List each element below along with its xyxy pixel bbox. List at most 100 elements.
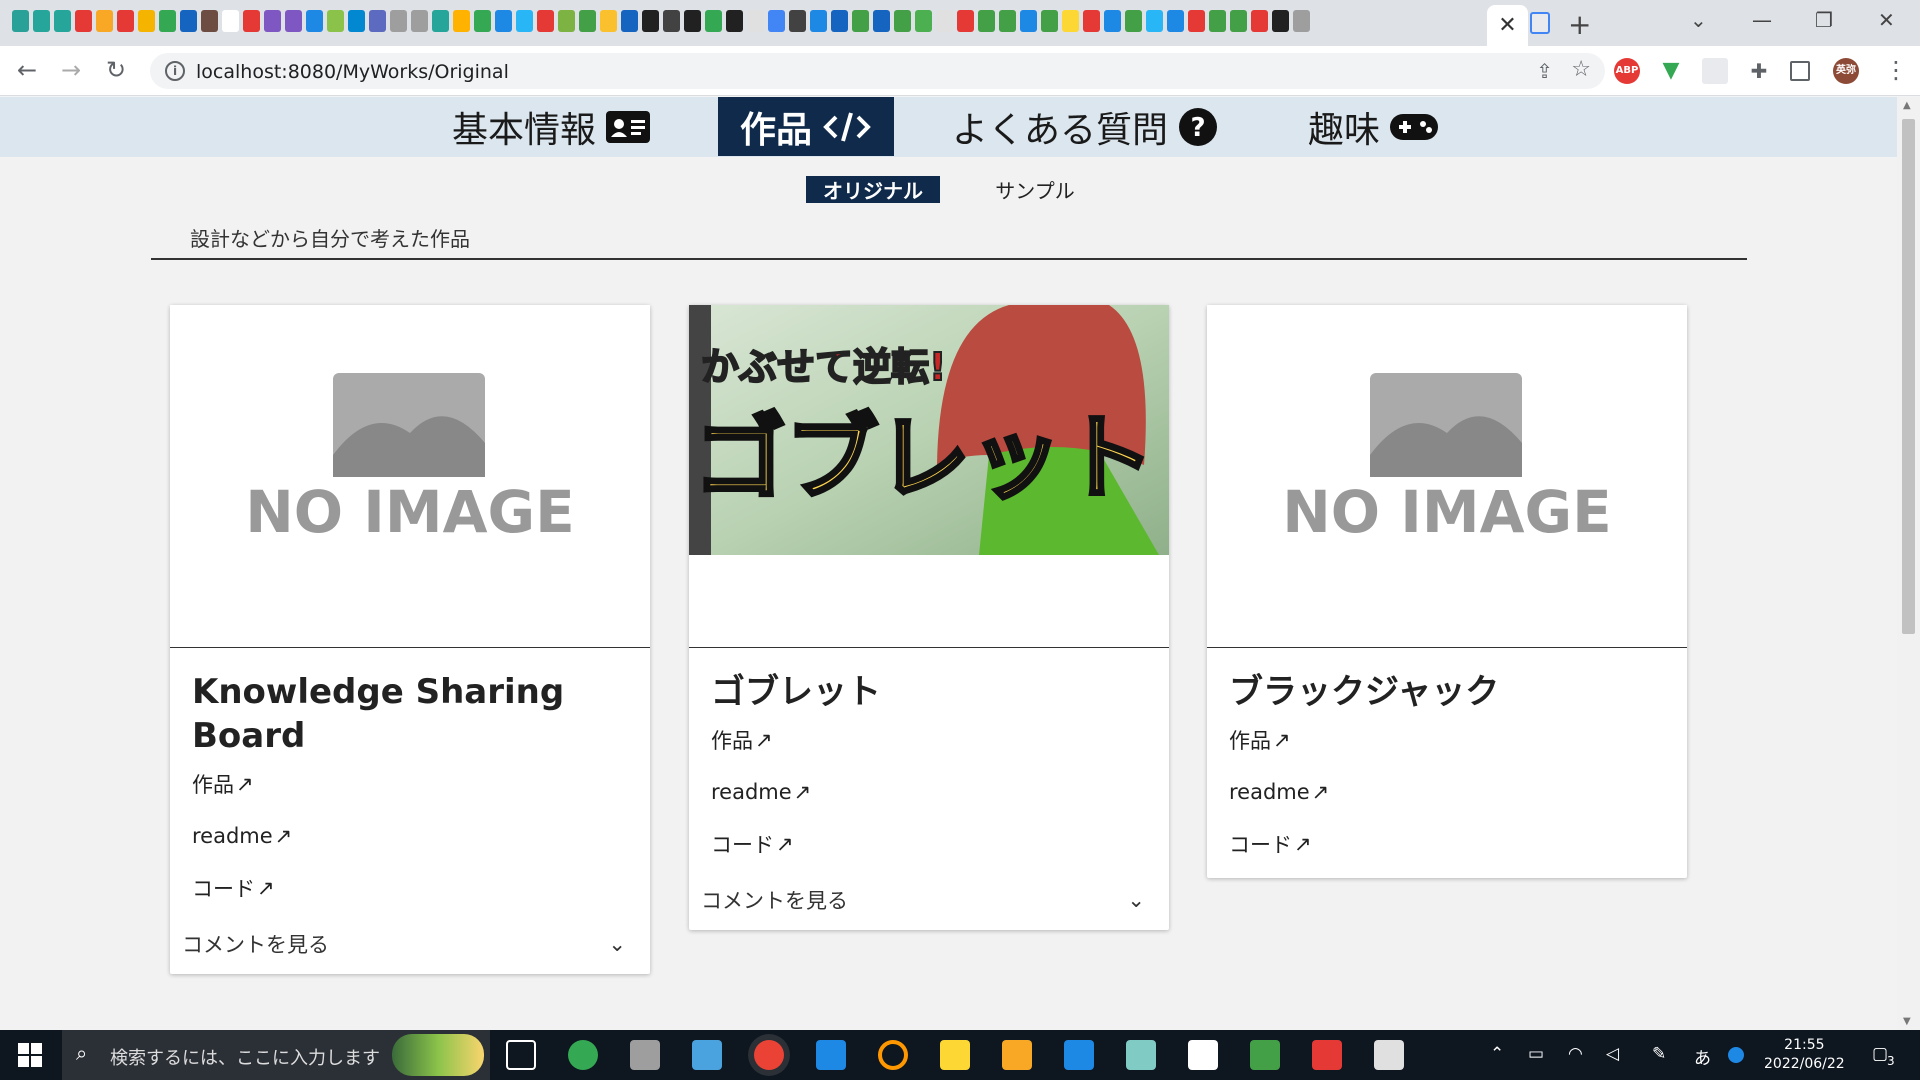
pinned-tab-favicon[interactable] bbox=[1272, 10, 1289, 32]
comments-toggle[interactable]: コメントを見る ⌄ bbox=[170, 914, 650, 974]
volume-icon[interactable]: ◁ bbox=[1606, 1044, 1619, 1064]
pinned-tab-favicon[interactable] bbox=[96, 10, 113, 32]
sticky-notes-icon[interactable] bbox=[940, 1040, 970, 1070]
pinned-tab-favicon[interactable] bbox=[1251, 10, 1268, 32]
pinned-tab-favicon[interactable] bbox=[537, 10, 554, 32]
pinned-tab-favicon[interactable] bbox=[894, 10, 911, 32]
pinned-tab-favicon[interactable] bbox=[306, 10, 323, 32]
pinned-tab-favicon[interactable] bbox=[138, 10, 155, 32]
nav-item-works[interactable]: 作品 bbox=[718, 97, 894, 156]
pinned-tab-favicon[interactable] bbox=[327, 10, 344, 32]
url-text[interactable]: localhost:8080/MyWorks/Original bbox=[196, 61, 509, 83]
pinned-tab-favicon[interactable] bbox=[579, 10, 596, 32]
wifi-icon[interactable]: ◠ bbox=[1568, 1044, 1583, 1064]
app-icon[interactable] bbox=[1374, 1040, 1404, 1070]
close-window-button[interactable]: ✕ bbox=[1878, 8, 1895, 32]
tab-favicon[interactable] bbox=[1530, 12, 1550, 34]
card-link-readme[interactable]: readme ↗ bbox=[170, 810, 650, 862]
pinned-tab-favicon[interactable] bbox=[810, 10, 827, 32]
subnav-sample[interactable]: サンプル bbox=[985, 176, 1085, 203]
pinned-tab-favicon[interactable] bbox=[117, 10, 134, 32]
side-panel-icon[interactable] bbox=[1790, 61, 1810, 81]
notepad-icon[interactable] bbox=[1188, 1040, 1218, 1070]
pinned-tab-favicon[interactable] bbox=[852, 10, 869, 32]
app-icon[interactable] bbox=[692, 1040, 722, 1070]
task-view-icon[interactable] bbox=[506, 1040, 536, 1070]
pinned-tab-favicon[interactable] bbox=[1230, 10, 1247, 32]
card-link-code[interactable]: コード ↗ bbox=[170, 862, 650, 914]
pinned-tab-favicon[interactable] bbox=[180, 10, 197, 32]
windows-start-icon[interactable] bbox=[18, 1043, 42, 1071]
pinned-tab-favicon[interactable] bbox=[663, 10, 680, 32]
scroll-up-icon[interactable]: ▲ bbox=[1903, 100, 1911, 111]
forward-icon[interactable]: → bbox=[61, 56, 81, 84]
pinned-tab-favicon[interactable] bbox=[642, 10, 659, 32]
onedrive-icon[interactable] bbox=[1728, 1047, 1744, 1063]
pinned-tab-favicon[interactable] bbox=[600, 10, 617, 32]
nav-item-profile[interactable]: 基本情報 bbox=[434, 97, 668, 156]
pinned-tab-favicon[interactable] bbox=[432, 10, 449, 32]
page-scrollbar[interactable]: ▲ ▼ bbox=[1897, 97, 1920, 1030]
pinned-tab-favicon[interactable] bbox=[369, 10, 386, 32]
card-link-work[interactable]: 作品 ↗ bbox=[170, 758, 650, 810]
app-icon[interactable] bbox=[1126, 1040, 1156, 1070]
app-icon[interactable] bbox=[630, 1040, 660, 1070]
vscode-icon[interactable] bbox=[1064, 1040, 1094, 1070]
new-tab-button[interactable]: + bbox=[1568, 8, 1591, 41]
pinned-tab-favicon[interactable] bbox=[159, 10, 176, 32]
pinned-tab-favicon[interactable] bbox=[705, 10, 722, 32]
nav-item-faq[interactable]: よくある質問 ? bbox=[934, 97, 1236, 156]
taskbar-search[interactable]: ⌕ 検索するには、ここに入力します bbox=[62, 1030, 490, 1080]
pinned-tab-favicon[interactable] bbox=[621, 10, 638, 32]
restore-button[interactable]: ❐ bbox=[1815, 8, 1833, 32]
pinned-tab-favicon[interactable] bbox=[789, 10, 806, 32]
pinned-tab-favicon[interactable] bbox=[873, 10, 890, 32]
profile-avatar[interactable]: 英弥 bbox=[1833, 58, 1859, 84]
pinned-tab-favicon[interactable] bbox=[348, 10, 365, 32]
scroll-down-icon[interactable]: ▼ bbox=[1903, 1016, 1911, 1027]
pinned-tab-favicon[interactable] bbox=[1293, 10, 1310, 32]
close-icon[interactable]: ✕ bbox=[1498, 13, 1516, 38]
comments-toggle[interactable]: コメントを見る ⌄ bbox=[689, 870, 1169, 930]
menu-icon[interactable]: ⋮ bbox=[1884, 56, 1908, 84]
battery-icon[interactable]: ▭ bbox=[1528, 1044, 1544, 1064]
share-icon[interactable]: ⇪ bbox=[1536, 59, 1553, 83]
bookmark-star-icon[interactable]: ☆ bbox=[1571, 57, 1591, 82]
active-tab[interactable]: ✕ bbox=[1487, 5, 1528, 46]
pinned-tab-favicon[interactable] bbox=[915, 10, 932, 32]
puzzle-icon[interactable]: ✚ bbox=[1746, 58, 1772, 84]
pinned-tab-favicon[interactable] bbox=[75, 10, 92, 32]
pen-icon[interactable]: ✎ bbox=[1652, 1044, 1666, 1064]
pinned-tab-favicon[interactable] bbox=[957, 10, 974, 32]
ime-indicator[interactable]: あ bbox=[1694, 1044, 1711, 1069]
powershell-icon[interactable] bbox=[816, 1040, 846, 1070]
pinned-tab-favicon[interactable] bbox=[54, 10, 71, 32]
pinned-tab-favicon[interactable] bbox=[390, 10, 407, 32]
scrollbar-thumb[interactable] bbox=[1902, 119, 1915, 634]
pinned-tab-favicon[interactable] bbox=[264, 10, 281, 32]
card-link-work[interactable]: 作品 ↗ bbox=[689, 714, 1169, 766]
pinned-tab-favicon[interactable] bbox=[1083, 10, 1100, 32]
pinned-tab-favicon[interactable] bbox=[201, 10, 218, 32]
chevron-up-icon[interactable]: ⌃ bbox=[1490, 1044, 1504, 1064]
vue-devtools-icon[interactable]: ▼ bbox=[1658, 58, 1684, 84]
pinned-tab-favicon[interactable] bbox=[33, 10, 50, 32]
pinned-tab-favicon[interactable] bbox=[768, 10, 785, 32]
card-link-code[interactable]: コード ↗ bbox=[1207, 818, 1687, 870]
address-bar[interactable]: i localhost:8080/MyWorks/Original ⇪ ☆ bbox=[150, 53, 1605, 89]
git-icon[interactable] bbox=[1312, 1040, 1342, 1070]
file-explorer-icon[interactable] bbox=[1002, 1040, 1032, 1070]
spreadsheet-icon[interactable] bbox=[1250, 1040, 1280, 1070]
back-icon[interactable]: ← bbox=[17, 56, 37, 84]
pinned-tab-favicon[interactable] bbox=[1020, 10, 1037, 32]
pinned-tab-favicon[interactable] bbox=[684, 10, 701, 32]
chrome-active-icon[interactable] bbox=[754, 1040, 784, 1070]
adblock-icon[interactable]: ABP bbox=[1614, 58, 1640, 84]
tab-search-icon[interactable]: ⌄ bbox=[1690, 8, 1707, 32]
info-icon[interactable]: i bbox=[165, 61, 185, 81]
pinned-tab-favicon[interactable] bbox=[936, 10, 953, 32]
pinned-tab-favicon[interactable] bbox=[747, 10, 764, 32]
pinned-tab-favicon[interactable] bbox=[516, 10, 533, 32]
pinned-tab-favicon[interactable] bbox=[474, 10, 491, 32]
pinned-tab-favicon[interactable] bbox=[222, 10, 239, 32]
